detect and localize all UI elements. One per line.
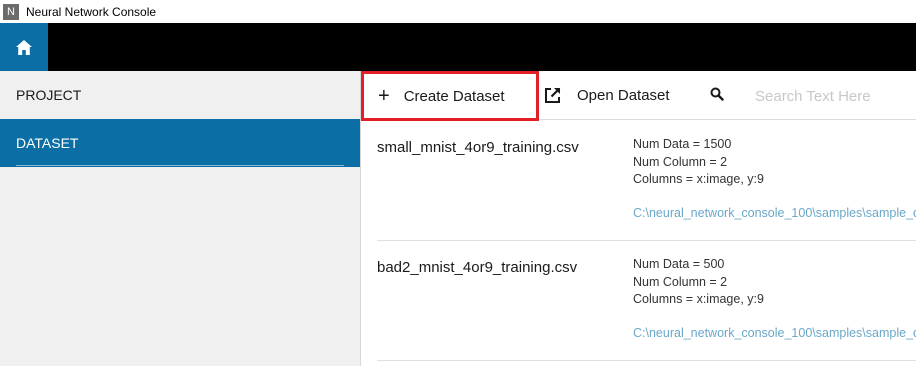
app-icon: N	[3, 3, 19, 20]
sidebar-item-project[interactable]: PROJECT	[0, 71, 360, 119]
sidebar-item-label: PROJECT	[16, 87, 82, 103]
plus-icon: +	[378, 85, 390, 107]
columns: Columns = x:image, y:9	[633, 172, 764, 186]
create-dataset-label: Create Dataset	[403, 87, 505, 105]
window-title: Neural Network Console	[26, 4, 157, 19]
search-input[interactable]	[755, 84, 910, 108]
top-bar	[0, 23, 916, 71]
dataset-name: small_mnist_4or9_training.csv	[377, 139, 579, 156]
dataset-path[interactable]: C:\neural_network_console_100\samples\sa…	[633, 326, 916, 340]
list-item[interactable]: small_mnist_4or9_training.csv Num Data =…	[377, 120, 916, 240]
sidebar-item-label: DATASET	[16, 135, 79, 151]
list-divider	[377, 360, 916, 361]
open-dataset-button[interactable]: Open Dataset	[544, 71, 670, 120]
window-titlebar: N Neural Network Console	[0, 0, 916, 23]
sidebar-divider	[16, 165, 344, 166]
search-button[interactable]	[710, 87, 724, 101]
dataset-list: small_mnist_4or9_training.csv Num Data =…	[361, 120, 916, 366]
sidebar-item-dataset[interactable]: DATASET	[0, 119, 360, 167]
home-button[interactable]	[0, 23, 48, 71]
num-data: Num Data = 1500	[633, 137, 732, 151]
sidebar: PROJECT DATASET	[0, 71, 360, 366]
external-link-icon	[545, 87, 561, 103]
dataset-path[interactable]: C:\neural_network_console_100\samples\sa…	[633, 206, 916, 220]
columns: Columns = x:image, y:9	[633, 292, 764, 306]
search-icon	[710, 87, 724, 101]
home-icon	[16, 39, 32, 55]
list-item[interactable]: bad2_mnist_4or9_training.csv Num Data = …	[377, 240, 916, 360]
dataset-info: Num Data = 500 Num Column = 2 Columns = …	[633, 256, 764, 309]
create-dataset-button[interactable]: + Create Dataset	[361, 71, 539, 121]
num-data: Num Data = 500	[633, 257, 725, 271]
open-dataset-label: Open Dataset	[577, 87, 670, 104]
dataset-name: bad2_mnist_4or9_training.csv	[377, 259, 578, 276]
dataset-info: Num Data = 1500 Num Column = 2 Columns =…	[633, 136, 764, 189]
num-column: Num Column = 2	[633, 154, 728, 169]
dataset-toolbar: + Create Dataset Open Dataset	[361, 71, 916, 121]
num-column: Num Column = 2	[633, 274, 728, 289]
